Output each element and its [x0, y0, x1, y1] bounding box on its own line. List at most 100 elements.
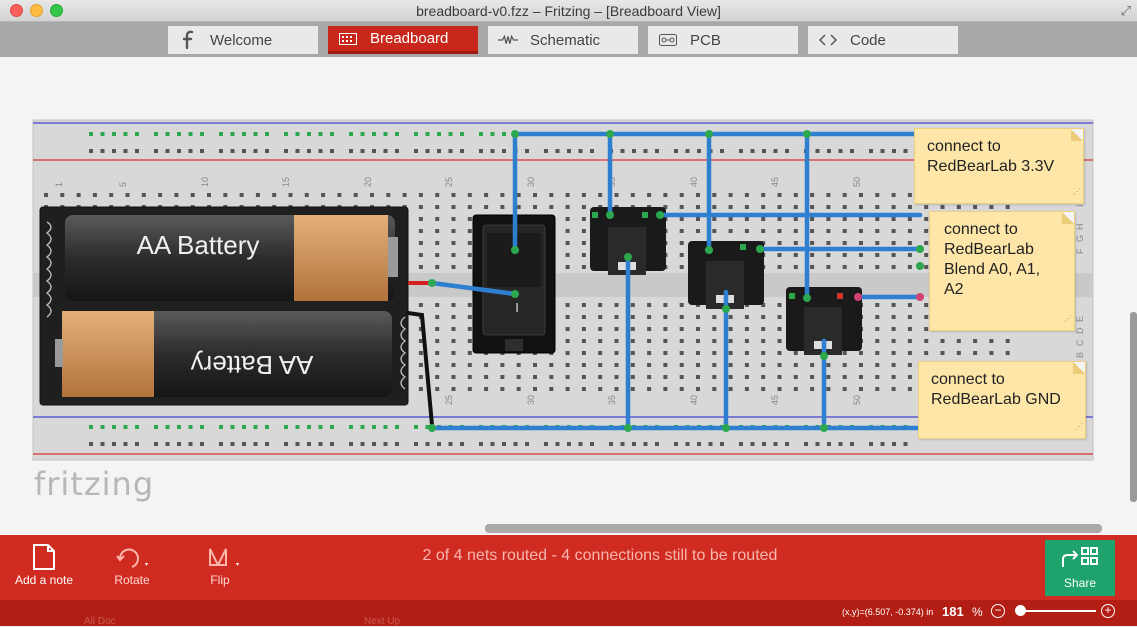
breadboard-hole[interactable] — [728, 229, 733, 233]
breadboard-hole[interactable] — [349, 132, 353, 136]
breadboard-hole[interactable] — [467, 205, 472, 209]
breadboard-hole[interactable] — [154, 149, 158, 153]
breadboard-hole[interactable] — [451, 205, 456, 209]
breadboard-hole[interactable] — [451, 387, 456, 391]
breadboard-hole[interactable] — [123, 425, 128, 429]
breadboard-hole[interactable] — [810, 363, 815, 367]
breadboard-hole[interactable] — [125, 193, 130, 197]
breadboard-hole[interactable] — [598, 387, 603, 391]
breadboard-hole[interactable] — [223, 193, 228, 197]
breadboard-hole[interactable] — [907, 253, 912, 257]
breadboard-hole[interactable] — [123, 149, 128, 153]
breadboard-hole[interactable] — [643, 442, 648, 446]
breadboard-hole[interactable] — [924, 229, 929, 233]
breadboard-hole[interactable] — [674, 442, 678, 446]
breadboard-hole[interactable] — [679, 217, 684, 221]
breadboard-hole[interactable] — [154, 132, 158, 136]
breadboard-hole[interactable] — [679, 253, 684, 257]
breadboard-hole[interactable] — [777, 265, 782, 269]
breadboard-hole[interactable] — [188, 442, 193, 446]
breadboard-hole[interactable] — [60, 193, 65, 197]
breadboard-hole[interactable] — [395, 149, 399, 153]
breadboard-hole[interactable] — [859, 375, 863, 379]
breadboard-hole[interactable] — [793, 229, 798, 233]
tab-pcb[interactable]: PCB — [648, 26, 798, 54]
breadboard-hole[interactable] — [697, 442, 701, 446]
breadboard-hole[interactable] — [330, 425, 334, 429]
tab-code[interactable]: Code — [808, 26, 958, 54]
breadboard-hole[interactable] — [581, 265, 586, 269]
breadboard-hole[interactable] — [875, 303, 880, 307]
breadboard-hole[interactable] — [435, 315, 440, 319]
breadboard-hole[interactable] — [903, 442, 908, 446]
breadboard-hole[interactable] — [200, 442, 204, 446]
breadboard-hole[interactable] — [826, 193, 831, 197]
breadboard-hole[interactable] — [448, 132, 453, 136]
breadboard-hole[interactable] — [353, 193, 358, 197]
breadboard-hole[interactable] — [500, 375, 505, 379]
breadboard-hole[interactable] — [1005, 351, 1010, 355]
breadboard-hole[interactable] — [842, 229, 847, 233]
breadboard-hole[interactable] — [265, 442, 269, 446]
breadboard-hole[interactable] — [842, 193, 847, 197]
breadboard-hole[interactable] — [647, 315, 652, 319]
breadboard-hole[interactable] — [777, 229, 782, 233]
breadboard-hole[interactable] — [761, 193, 766, 197]
breadboard-hole[interactable] — [288, 193, 293, 197]
breadboard-hole[interactable] — [360, 442, 365, 446]
breadboard-hole[interactable] — [598, 193, 603, 197]
breadboard-hole[interactable] — [907, 229, 912, 233]
breadboard-hole[interactable] — [490, 149, 495, 153]
breadboard-hole[interactable] — [414, 149, 418, 153]
breadboard-hole[interactable] — [630, 375, 635, 379]
breadboard-hole[interactable] — [516, 387, 521, 391]
breadboard-hole[interactable] — [924, 339, 929, 343]
breadboard-hole[interactable] — [663, 363, 668, 367]
breadboard-hole[interactable] — [907, 339, 912, 343]
breadboard-hole[interactable] — [265, 149, 269, 153]
breadboard-hole[interactable] — [590, 149, 594, 153]
breadboard-hole[interactable] — [907, 265, 912, 269]
breadboard-hole[interactable] — [565, 339, 570, 343]
breadboard-hole[interactable] — [383, 149, 388, 153]
breadboard-hole[interactable] — [230, 149, 235, 153]
zoom-slider-handle[interactable] — [1015, 605, 1026, 616]
breadboard-hole[interactable] — [891, 387, 896, 391]
breadboard-hole[interactable] — [838, 149, 843, 153]
note-gnd[interactable]: connect to RedBearLab GND ⋰ — [918, 361, 1086, 439]
breadboard-hole[interactable] — [581, 375, 586, 379]
breadboard-hole[interactable] — [502, 149, 506, 153]
breadboard-hole[interactable] — [880, 149, 885, 153]
breadboard-hole[interactable] — [451, 327, 456, 331]
breadboard-hole[interactable] — [761, 375, 766, 379]
breadboard-hole[interactable] — [135, 442, 139, 446]
breadboard-hole[interactable] — [614, 351, 619, 355]
breadboard-hole[interactable] — [744, 363, 749, 367]
breadboard-hole[interactable] — [793, 241, 798, 245]
breadboard-hole[interactable] — [632, 149, 636, 153]
breadboard-hole[interactable] — [295, 442, 300, 446]
breadboard-hole[interactable] — [793, 217, 798, 221]
breadboard-hole[interactable] — [924, 217, 929, 221]
breadboard-hole[interactable] — [826, 387, 831, 391]
breadboard-hole[interactable] — [907, 375, 912, 379]
breadboard-hole[interactable] — [891, 339, 896, 343]
breadboard-hole[interactable] — [418, 387, 423, 391]
note-resize-grip[interactable]: ⋰ — [1064, 309, 1072, 329]
breadboard-hole[interactable] — [842, 363, 847, 367]
breadboard-hole[interactable] — [44, 193, 48, 197]
breadboard-hole[interactable] — [744, 327, 749, 331]
breadboard-hole[interactable] — [598, 303, 603, 307]
breadboard-hole[interactable] — [956, 351, 961, 355]
note-resize-grip[interactable]: ⋰ — [1075, 417, 1083, 437]
breadboard-hole[interactable] — [842, 375, 847, 379]
breadboard-hole[interactable] — [330, 132, 334, 136]
breadboard-hole[interactable] — [907, 327, 912, 331]
breadboard-hole[interactable] — [330, 442, 334, 446]
breadboard-hole[interactable] — [620, 149, 625, 153]
breadboard-hole[interactable] — [679, 339, 684, 343]
breadboard-hole[interactable] — [467, 303, 472, 307]
breadboard-hole[interactable] — [484, 363, 489, 367]
breadboard-hole[interactable] — [793, 265, 798, 269]
breadboard-hole[interactable] — [614, 363, 619, 367]
